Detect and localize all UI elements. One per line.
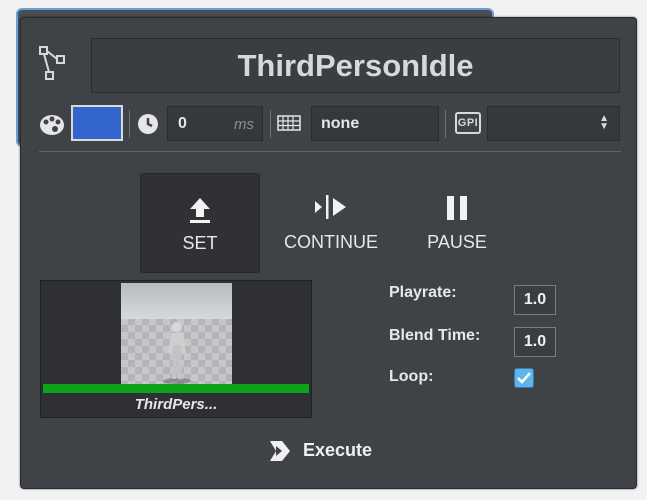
loop-checkbox[interactable] (514, 368, 534, 388)
set-label: SET (182, 233, 218, 253)
animation-name: ThirdPers... (134, 396, 218, 413)
playrate-label: Playrate: (389, 284, 457, 301)
pause-icon (447, 196, 467, 220)
separator (39, 151, 621, 152)
checkmark-icon (517, 372, 531, 384)
divider (445, 110, 446, 138)
color-swatch[interactable] (71, 105, 123, 141)
execute-label: Execute (303, 440, 373, 460)
divider (270, 110, 271, 138)
divider (129, 110, 130, 138)
continue-label: CONTINUE (284, 232, 378, 252)
keyboard-grid-icon (277, 115, 301, 131)
channel-input[interactable]: none (311, 106, 439, 141)
delay-unit: ms (234, 116, 254, 133)
gpi-dropdown[interactable]: ▲ ▼ (487, 106, 620, 141)
animation-node-panel: ThirdPersonIdle 0 ms none GPI ▲ ▼ SET CO… (20, 17, 637, 489)
blend-time-input[interactable]: 1.0 (514, 327, 556, 357)
playrate-input[interactable]: 1.0 (514, 285, 556, 315)
execute-button[interactable]: Execute (269, 436, 389, 466)
delay-input[interactable]: 0 ms (167, 106, 263, 141)
execute-icon (270, 441, 290, 461)
clock-icon (138, 114, 158, 134)
set-button[interactable]: SET (140, 173, 260, 273)
loop-label: Loop: (389, 368, 434, 385)
pause-label: PAUSE (427, 232, 487, 252)
continue-icon (315, 195, 346, 219)
palette-icon (40, 115, 64, 135)
node-title: ThirdPersonIdle (237, 47, 474, 83)
animation-preview[interactable]: ThirdPers... (40, 280, 312, 418)
continue-button[interactable]: CONTINUE (271, 173, 391, 273)
upload-arrow-icon (190, 198, 210, 223)
character-preview-image (121, 283, 232, 385)
select-arrows-icon: ▲ ▼ (599, 113, 609, 132)
node-title-field[interactable]: ThirdPersonIdle (91, 38, 620, 93)
delay-value: 0 (178, 115, 187, 132)
gpi-icon: GPI (455, 112, 481, 134)
pause-button[interactable]: PAUSE (397, 173, 517, 273)
blend-time-label: Blend Time: (389, 327, 481, 344)
playback-progress-bar (43, 384, 309, 393)
node-graph-icon (39, 46, 65, 80)
